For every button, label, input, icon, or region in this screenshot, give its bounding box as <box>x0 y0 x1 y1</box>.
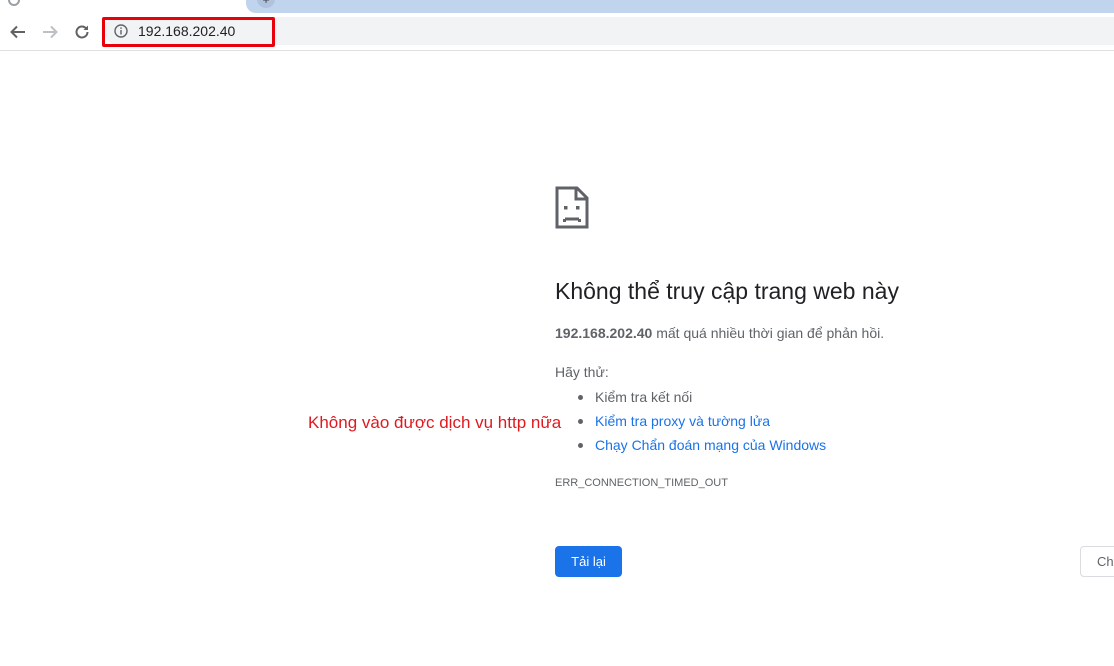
suggestion-list: Kiểm tra kết nối Kiểm tra proxy và tường… <box>555 386 826 458</box>
highlight-box <box>102 17 275 47</box>
error-description-text: mất quá nhiều thời gian để phản hồi. <box>656 325 885 341</box>
error-code: ERR_CONNECTION_TIMED_OUT <box>555 477 728 489</box>
back-arrow-icon <box>10 25 25 39</box>
sad-page-icon <box>555 186 589 229</box>
suggestion-run-diagnostics-link[interactable]: Chạy Chẩn đoán mạng của Windows <box>555 434 826 458</box>
forward-button[interactable] <box>38 20 62 44</box>
back-button[interactable] <box>6 20 30 44</box>
tab-strip: + <box>0 0 1114 14</box>
try-label: Hãy thử: <box>555 364 609 380</box>
annotation-text: Không vào được dịch vụ http nữa <box>308 413 562 432</box>
reload-button[interactable]: Tải lại <box>555 546 622 577</box>
error-title: Không thể truy cập trang web này <box>555 278 899 304</box>
reload-icon <box>75 25 89 39</box>
tab-favicon-icon <box>8 0 20 6</box>
suggestion-check-proxy-link[interactable]: Kiểm tra proxy và tường lửa <box>555 410 826 434</box>
error-description: 192.168.202.40 mất quá nhiều thời gian đ… <box>555 325 884 341</box>
reload-toolbar-button[interactable] <box>70 20 94 44</box>
browser-toolbar: 192.168.202.40 <box>0 14 1114 51</box>
suggestion-check-connection: Kiểm tra kết nối <box>555 386 826 410</box>
details-button[interactable]: Ch <box>1080 546 1114 577</box>
tab-strip-background <box>246 0 1114 13</box>
forward-arrow-icon <box>43 25 58 39</box>
error-host: 192.168.202.40 <box>555 325 653 341</box>
